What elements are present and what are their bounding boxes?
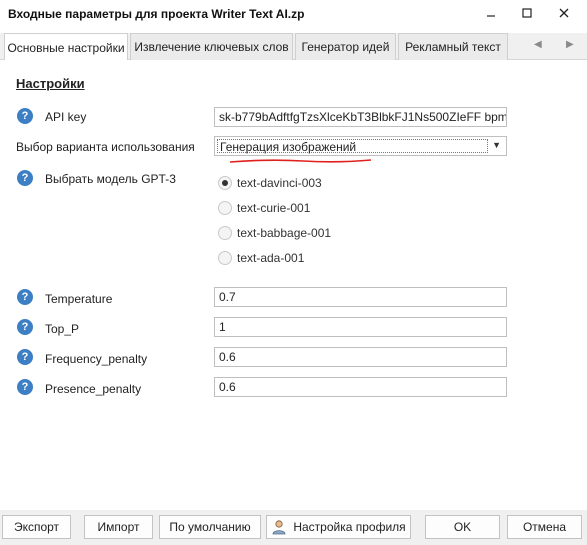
radio-option-ada[interactable]: text-ada-001 [218,249,304,267]
help-icon-api-key[interactable]: ? [17,108,33,124]
help-icon-top-p[interactable]: ? [17,319,33,335]
temperature-label: Temperature [45,292,113,306]
import-button[interactable]: Импорт [84,515,153,539]
radio-button[interactable] [218,176,232,190]
maximize-icon[interactable] [514,2,540,24]
minimize-icon[interactable] [478,2,504,24]
top-p-input[interactable]: 1 [214,317,507,337]
radio-button[interactable] [218,251,232,265]
tab-keyword-extraction[interactable]: Извлечение ключевых слов [130,33,293,60]
help-icon-temperature[interactable]: ? [17,289,33,305]
radio-option-curie[interactable]: text-curie-001 [218,199,310,217]
radio-label: text-babbage-001 [237,226,332,240]
help-icon-frequency-penalty[interactable]: ? [17,349,33,365]
help-icon-model[interactable]: ? [17,170,33,186]
top-p-label: Top_P [45,322,80,336]
usage-select[interactable]: Генерация изображений ▼ [214,136,507,156]
tab-idea-generator[interactable]: Генератор идей [295,33,396,60]
api-key-label: API key [45,110,87,124]
usage-label: Выбор варианта использования [16,140,195,154]
help-icon-presence-penalty[interactable]: ? [17,379,33,395]
radio-button[interactable] [218,226,232,240]
defaults-button[interactable]: По умолчанию [159,515,261,539]
api-key-input[interactable]: sk-b779bAdftfgTzsXlceKbT3BlbkFJ1Ns500ZIe… [214,107,507,127]
frequency-penalty-input[interactable]: 0.6 [214,347,507,367]
radio-label: text-davinci-003 [237,176,322,190]
settings-panel: Настройки ? API key sk-b779bAdftfgTzsXlc… [0,60,587,510]
export-button[interactable]: Экспорт [2,515,71,539]
presence-penalty-label: Presence_penalty [45,382,142,396]
close-icon[interactable] [551,2,577,24]
frequency-penalty-label: Frequency_penalty [45,352,148,366]
radio-option-davinci[interactable]: text-davinci-003 [218,174,322,192]
window-title: Входные параметры для проекта Writer Tex… [8,7,305,21]
temperature-input[interactable]: 0.7 [214,287,507,307]
cancel-button[interactable]: Отмена [507,515,582,539]
radio-label: text-curie-001 [237,201,311,215]
radio-option-babbage[interactable]: text-babbage-001 [218,224,331,242]
user-profile-icon [271,519,287,535]
model-label: Выбрать модель GPT-3 [45,172,176,186]
annotation-underline [229,159,372,163]
title-bar: Входные параметры для проекта Writer Tex… [0,0,587,30]
profile-settings-button[interactable]: Настройка профиля [266,515,411,539]
ok-button[interactable]: OK [425,515,500,539]
tab-scroll-left-icon[interactable]: ◀ [534,39,542,50]
tab-bar: Основные настройки Извлечение ключевых с… [0,33,587,61]
presence-penalty-input[interactable]: 0.6 [214,377,507,397]
profile-settings-label: Настройка профиля [293,520,406,534]
tab-main-settings[interactable]: Основные настройки [4,33,128,61]
radio-button[interactable] [218,201,232,215]
chevron-down-icon[interactable]: ▼ [492,140,501,150]
radio-label: text-ada-001 [237,251,305,265]
usage-select-value: Генерация изображений [220,140,357,154]
tab-ad-text[interactable]: Рекламный текст [398,33,508,60]
tab-scroll-right-icon[interactable]: ▶ [566,39,574,50]
section-title: Настройки [16,76,85,91]
button-bar: Экспорт Импорт По умолчанию Настройка пр… [0,510,587,545]
